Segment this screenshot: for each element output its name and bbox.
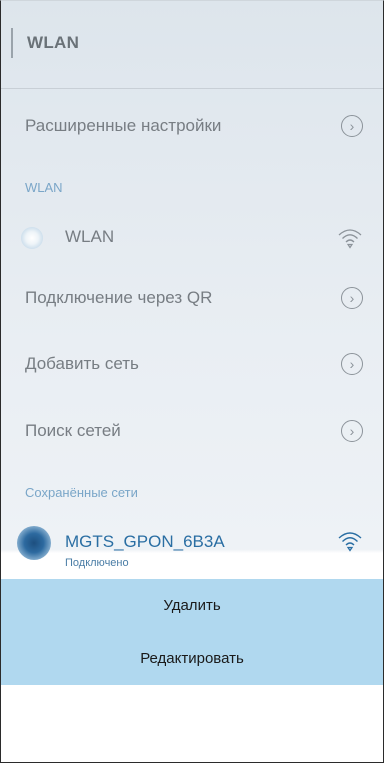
- network-status-dot: [17, 526, 51, 560]
- add-network-row[interactable]: Добавить сеть ›: [1, 345, 383, 385]
- edit-button[interactable]: Редактировать: [1, 632, 383, 685]
- app-screen: WLAN Расширенные настройки › WLAN WLAN П…: [1, 0, 383, 763]
- chevron-right-icon: ›: [341, 287, 363, 309]
- qr-connect-label: Подключение через QR: [25, 288, 213, 307]
- wlan-toggle[interactable]: [21, 227, 43, 249]
- wifi-icon: [338, 532, 362, 552]
- header-divider: [11, 28, 13, 58]
- delete-button[interactable]: Удалить: [1, 579, 383, 632]
- qr-connect-row[interactable]: Подключение через QR ›: [1, 279, 383, 319]
- wlan-section-title: WLAN: [25, 180, 63, 195]
- header: WLAN: [1, 0, 383, 89]
- search-networks-label: Поиск сетей: [25, 421, 121, 440]
- network-status: Подключено: [65, 557, 129, 569]
- advanced-settings-label: Расширенные настройки: [25, 116, 222, 135]
- network-name: MGTS_GPON_6B3A: [65, 532, 225, 551]
- page-title: WLAN: [27, 33, 80, 52]
- chevron-right-icon: ›: [341, 420, 363, 442]
- wlan-toggle-label: WLAN: [65, 227, 115, 246]
- saved-networks-section-title: Сохранённые сети: [25, 485, 138, 500]
- wlan-toggle-row[interactable]: WLAN: [1, 218, 383, 258]
- wifi-icon: [338, 229, 362, 249]
- context-menu: Удалить Редактировать: [1, 579, 383, 685]
- add-network-label: Добавить сеть: [25, 354, 139, 373]
- search-networks-row[interactable]: Поиск сетей ›: [1, 412, 383, 452]
- advanced-settings-row[interactable]: Расширенные настройки ›: [1, 107, 383, 147]
- chevron-right-icon: ›: [341, 353, 363, 375]
- chevron-right-icon: ›: [341, 115, 363, 137]
